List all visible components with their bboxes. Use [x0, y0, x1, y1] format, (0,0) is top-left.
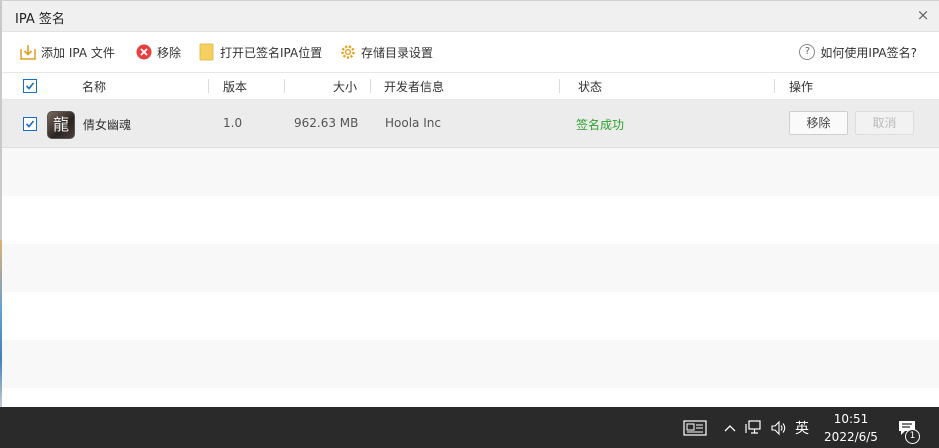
folder-icon — [198, 43, 216, 61]
column-header-actions: 操作 — [789, 80, 814, 94]
remove-circle-icon — [135, 43, 153, 61]
window-title: IPA 签名 — [15, 12, 65, 27]
open-signed-folder-button[interactable]: 打开已签名IPA位置 — [198, 43, 322, 61]
clock-time: 10:51 — [833, 412, 869, 426]
remove-label: 移除 — [157, 45, 182, 60]
column-divider — [284, 79, 285, 93]
network-icon[interactable] — [743, 407, 765, 448]
title-bar: IPA 签名 × — [2, 1, 939, 32]
column-header-status[interactable]: 状态 — [578, 78, 602, 95]
news-widget-icon[interactable] — [680, 407, 710, 448]
empty-row — [2, 340, 939, 388]
remove-button[interactable]: 移除 — [135, 43, 181, 61]
column-divider — [370, 79, 371, 93]
input-method-indicator[interactable]: 英 — [791, 407, 813, 448]
table-header: 名称 版本 大小 开发者信息 状态 操作 — [2, 73, 939, 100]
row-cancel-button[interactable]: 取消 — [855, 111, 914, 135]
add-ipa-label: 添加 IPA 文件 — [41, 45, 115, 60]
help-label: 如何使用IPA签名? — [820, 45, 917, 60]
folder-import-icon — [19, 43, 37, 61]
app-icon: 龍 — [47, 111, 75, 139]
checkmark-icon — [25, 82, 35, 90]
table-row[interactable]: 龍 倩女幽魂 1.0 962.63 MB Hoola Inc 签名成功 移除 取… — [2, 100, 939, 148]
app-name: 倩女幽魂 — [83, 118, 132, 132]
row-checkbox[interactable] — [23, 117, 37, 131]
column-header-developer[interactable]: 开发者信息 — [384, 78, 444, 95]
app-size: 962.63 MB — [294, 116, 359, 130]
empty-row — [2, 292, 939, 340]
sign-status: 签名成功 — [576, 118, 625, 132]
gear-icon — [339, 43, 357, 61]
checkmark-icon — [25, 120, 35, 128]
toolbar: 添加 IPA 文件 移除 打开已签名IPA位置 存储目录设置 ? 如何使用IPA… — [2, 32, 939, 73]
volume-icon[interactable] — [768, 407, 790, 448]
clock-date: 2022/6/5 — [824, 430, 878, 444]
empty-row — [2, 148, 939, 196]
taskbar-clock[interactable]: 10:51 2022/6/5 — [816, 410, 886, 446]
ipa-sign-window: IPA 签名 × 添加 IPA 文件 移除 打开已签名IPA位置 存储目录设置 … — [0, 0, 939, 408]
select-all-checkbox[interactable] — [23, 79, 37, 93]
background-window-edge — [0, 240, 2, 410]
question-icon: ? — [799, 44, 816, 60]
storage-settings-button[interactable]: 存储目录设置 — [339, 43, 433, 61]
storage-settings-label: 存储目录设置 — [361, 45, 434, 60]
notification-count-badge: 1 — [905, 429, 920, 444]
column-header-name[interactable]: 名称 — [82, 78, 106, 95]
row-remove-button[interactable]: 移除 — [789, 111, 848, 135]
app-version: 1.0 — [223, 116, 243, 130]
chevron-up-icon[interactable] — [720, 407, 740, 448]
column-divider — [208, 79, 209, 93]
add-ipa-button[interactable]: 添加 IPA 文件 — [19, 43, 115, 61]
column-header-version[interactable]: 版本 — [223, 78, 247, 95]
column-header-size[interactable]: 大小 — [333, 78, 357, 95]
column-divider — [774, 79, 775, 93]
close-button[interactable]: × — [915, 6, 931, 24]
open-signed-folder-label: 打开已签名IPA位置 — [220, 45, 323, 60]
taskbar: 英 10:51 2022/6/5 1 — [0, 407, 939, 448]
empty-row — [2, 244, 939, 292]
column-divider — [559, 79, 560, 93]
empty-row — [2, 196, 939, 244]
app-developer: Hoola Inc — [385, 116, 441, 130]
help-link[interactable]: ? 如何使用IPA签名? — [799, 43, 917, 61]
